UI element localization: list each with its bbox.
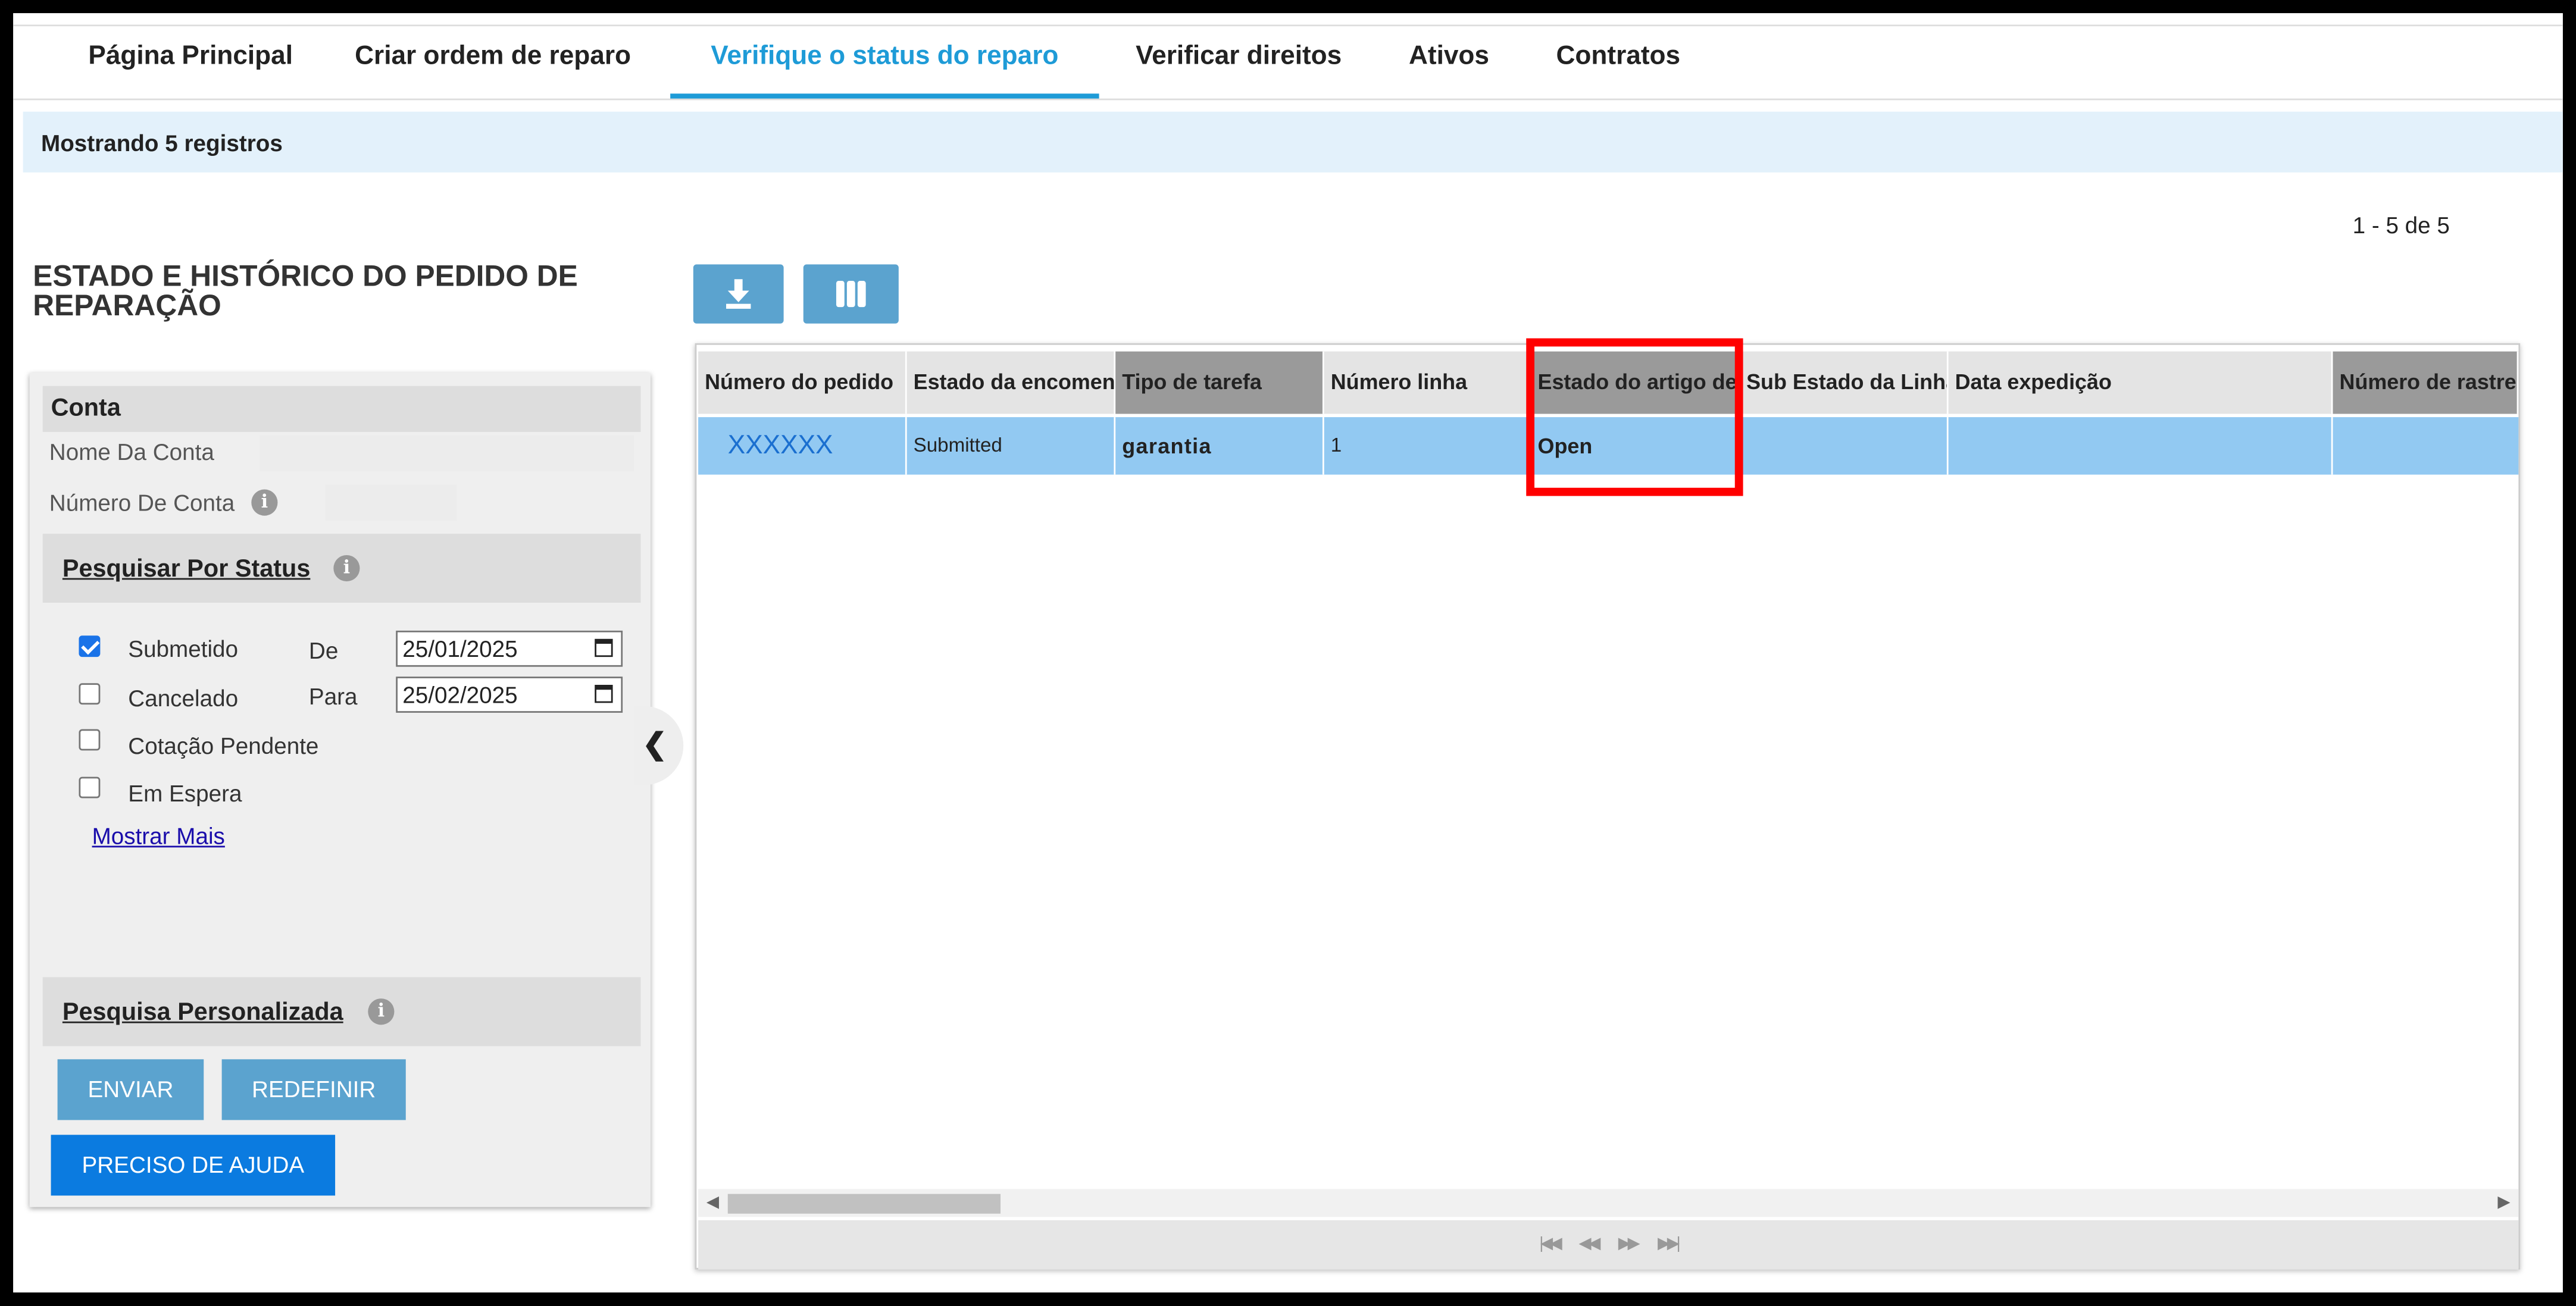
account-heading: Conta	[51, 394, 121, 422]
account-section-header: Conta	[42, 386, 641, 432]
custom-search-header: Pesquisa Personalizada i	[42, 977, 641, 1047]
column-header-order-number[interactable]: Número do pedido	[698, 351, 907, 414]
tab-assets[interactable]: Ativos	[1390, 26, 1508, 98]
column-header-ship-date[interactable]: Data expedição	[1948, 351, 2333, 414]
account-number-value	[325, 484, 457, 521]
records-count-text: Mostrando 5 registros	[41, 130, 283, 156]
cancelled-checkbox[interactable]	[79, 683, 101, 705]
pagination-summary: 1 - 5 de 5	[2352, 212, 2450, 239]
status-search-heading[interactable]: Pesquisar Por Status	[62, 555, 310, 583]
column-header-sub-status[interactable]: Sub Estado da Linha	[1740, 351, 1949, 414]
column-header-order-status[interactable]: Estado da encomenda	[906, 351, 1116, 414]
grid-pager: |◀◀ ◀◀ ▶▶ ▶▶|	[698, 1220, 2519, 1270]
status-search-header: Pesquisar Por Status i	[42, 534, 641, 603]
column-header-line-number[interactable]: Número linha	[1324, 351, 1531, 414]
to-date-value: 25/02/2025	[402, 681, 518, 708]
to-date-input[interactable]: 25/02/2025	[396, 677, 623, 713]
order-status-cell: Submitted	[907, 417, 1116, 475]
tab-check-entitlements[interactable]: Verificar direitos	[1114, 26, 1364, 98]
from-date-value: 25/01/2025	[402, 635, 518, 662]
annotation-highlight-box	[1526, 338, 1743, 496]
records-banner: Mostrando 5 registros	[23, 111, 2563, 173]
account-number-label: Número De Conta	[49, 489, 235, 516]
cancelled-label: Cancelado	[128, 685, 239, 712]
submitted-checkbox[interactable]	[79, 635, 101, 657]
calendar-icon[interactable]	[595, 685, 613, 703]
sub-status-cell	[1740, 417, 1949, 475]
download-icon	[726, 279, 751, 309]
columns-icon	[836, 280, 866, 308]
account-number-info-icon[interactable]: i	[251, 489, 278, 516]
submitted-label: Submetido	[128, 635, 239, 662]
last-page-icon[interactable]: ▶▶|	[1658, 1235, 1681, 1253]
task-type-cell: garantia	[1115, 417, 1324, 475]
tab-home[interactable]: Página Principal	[43, 26, 339, 98]
previous-page-icon[interactable]: ◀◀	[1579, 1235, 1601, 1253]
download-button[interactable]	[693, 264, 784, 324]
custom-search-info-icon[interactable]: i	[368, 998, 395, 1025]
on-hold-label: Em Espera	[128, 780, 242, 807]
collapse-panel-toggle[interactable]: ❮	[634, 706, 684, 785]
from-date-input[interactable]: 25/01/2025	[396, 630, 623, 667]
custom-search-heading[interactable]: Pesquisa Personalizada	[62, 998, 343, 1026]
on-hold-checkbox[interactable]	[79, 776, 101, 798]
app-window: Página Principal Criar ordem de reparo V…	[13, 13, 2563, 1293]
show-more-link[interactable]: Mostrar Mais	[92, 823, 225, 849]
columns-button[interactable]	[803, 264, 899, 324]
reset-button[interactable]: REDEFINIR	[221, 1059, 406, 1120]
account-name-value	[260, 435, 634, 472]
submit-button[interactable]: ENVIAR	[57, 1059, 204, 1120]
to-date-label: Para	[308, 683, 358, 710]
first-page-icon[interactable]: |◀◀	[1539, 1235, 1562, 1253]
tab-check-repair-status[interactable]: Verifique o status do reparo	[670, 26, 1099, 99]
main-nav: Página Principal Criar ordem de reparo V…	[13, 26, 2563, 101]
scroll-right-icon[interactable]: ▶	[2497, 1194, 2510, 1212]
page-title: ESTADO E HISTÓRICO DO PEDIDO DE REPARAÇÃ…	[33, 259, 578, 322]
quote-pending-checkbox[interactable]	[79, 729, 101, 751]
scroll-left-icon[interactable]: ◀	[706, 1194, 719, 1212]
from-date-label: De	[308, 637, 339, 664]
account-name-label: Nome Da Conta	[49, 438, 214, 465]
tab-contracts[interactable]: Contratos	[1534, 26, 1702, 98]
scrollbar-thumb[interactable]	[727, 1194, 1001, 1214]
filter-panel: Conta Nome Da Conta Número De Conta i Pe…	[29, 372, 651, 1207]
next-page-icon[interactable]: ▶▶	[1618, 1235, 1640, 1253]
horizontal-scrollbar[interactable]: ◀ ▶	[698, 1189, 2519, 1217]
quote-pending-label: Cotação Pendente	[128, 732, 319, 759]
status-search-info-icon[interactable]: i	[333, 555, 360, 582]
column-header-task-type[interactable]: Tipo de tarefa	[1115, 351, 1324, 414]
calendar-icon[interactable]	[595, 638, 613, 657]
tab-create-repair-order[interactable]: Criar ordem de reparo	[339, 26, 648, 98]
line-number-cell: 1	[1324, 417, 1531, 475]
ship-date-cell	[1949, 417, 2333, 475]
chevron-left-icon: ❮	[642, 727, 667, 760]
column-header-tracking-number[interactable]: Número de rastreio	[2333, 351, 2519, 414]
help-button[interactable]: PRECISO DE AJUDA	[51, 1135, 336, 1196]
tracking-cell	[2333, 417, 2518, 475]
order-number-cell[interactable]: XXXXXX	[698, 417, 907, 475]
